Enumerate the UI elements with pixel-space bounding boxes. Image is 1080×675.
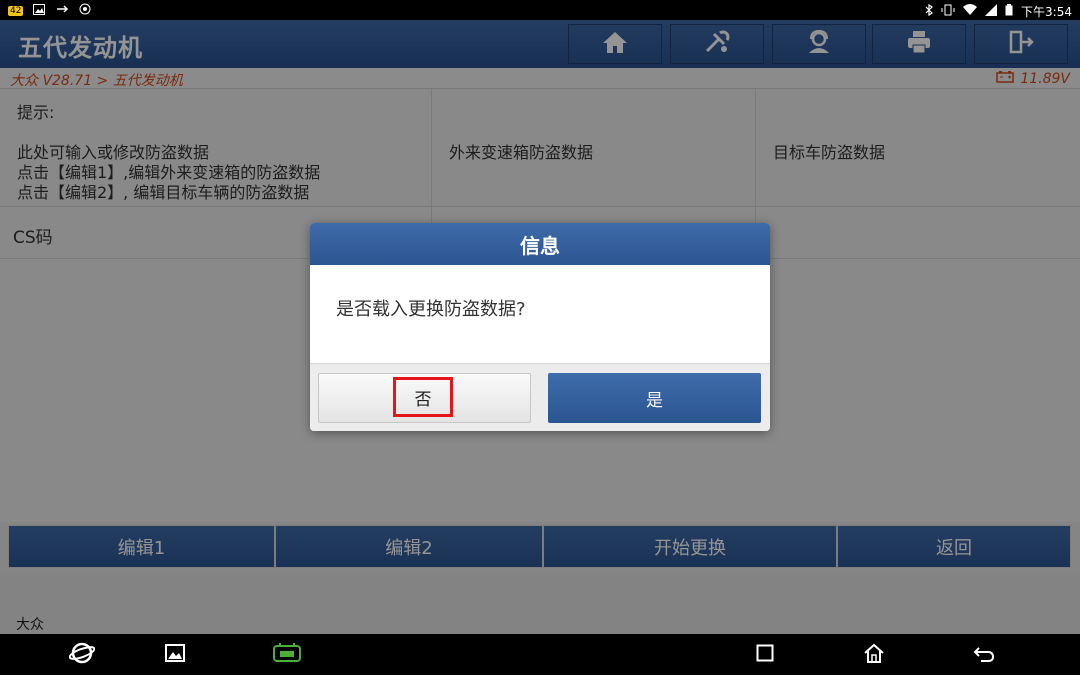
back-arrow-icon [973, 643, 995, 667]
recent-apps-icon [756, 644, 774, 666]
vci-icon [272, 642, 302, 668]
home-outline-icon [863, 643, 885, 667]
navigation-bar [0, 634, 1080, 675]
no-button-label: 否 [414, 389, 432, 410]
no-button-highlight: 否 [393, 377, 453, 417]
battery-badge-icon: 42 [8, 5, 24, 16]
clock-time: 下午3:54 [1021, 5, 1072, 19]
signal-icon [985, 4, 998, 19]
battery-icon [1005, 4, 1013, 19]
usb-debug-icon [55, 3, 69, 18]
home-nav-button[interactable] [861, 642, 887, 668]
back-nav-button[interactable] [971, 642, 997, 668]
recent-apps-button[interactable] [752, 642, 778, 668]
info-dialog: 信息 是否载入更换防盗数据? 否 是 [310, 223, 770, 431]
wifi-icon [963, 4, 978, 19]
yes-button[interactable]: 是 [548, 373, 761, 423]
vibrate-icon [941, 4, 955, 19]
dialog-message: 是否载入更换防盗数据? [336, 299, 526, 320]
browser-button[interactable] [68, 641, 96, 669]
bluetooth-icon [925, 3, 933, 19]
gallery-button[interactable] [162, 642, 188, 668]
no-button[interactable]: 否 [318, 373, 531, 423]
status-bar: 42 下午3:54 [0, 0, 1080, 20]
bug-icon [79, 3, 91, 18]
gallery-icon [165, 644, 185, 666]
dialog-title: 信息 [310, 223, 770, 265]
image-notification-icon [33, 3, 46, 18]
dialog-button-bar: 否 是 [310, 363, 770, 431]
globe-icon [68, 641, 96, 669]
vci-button[interactable] [272, 642, 302, 668]
